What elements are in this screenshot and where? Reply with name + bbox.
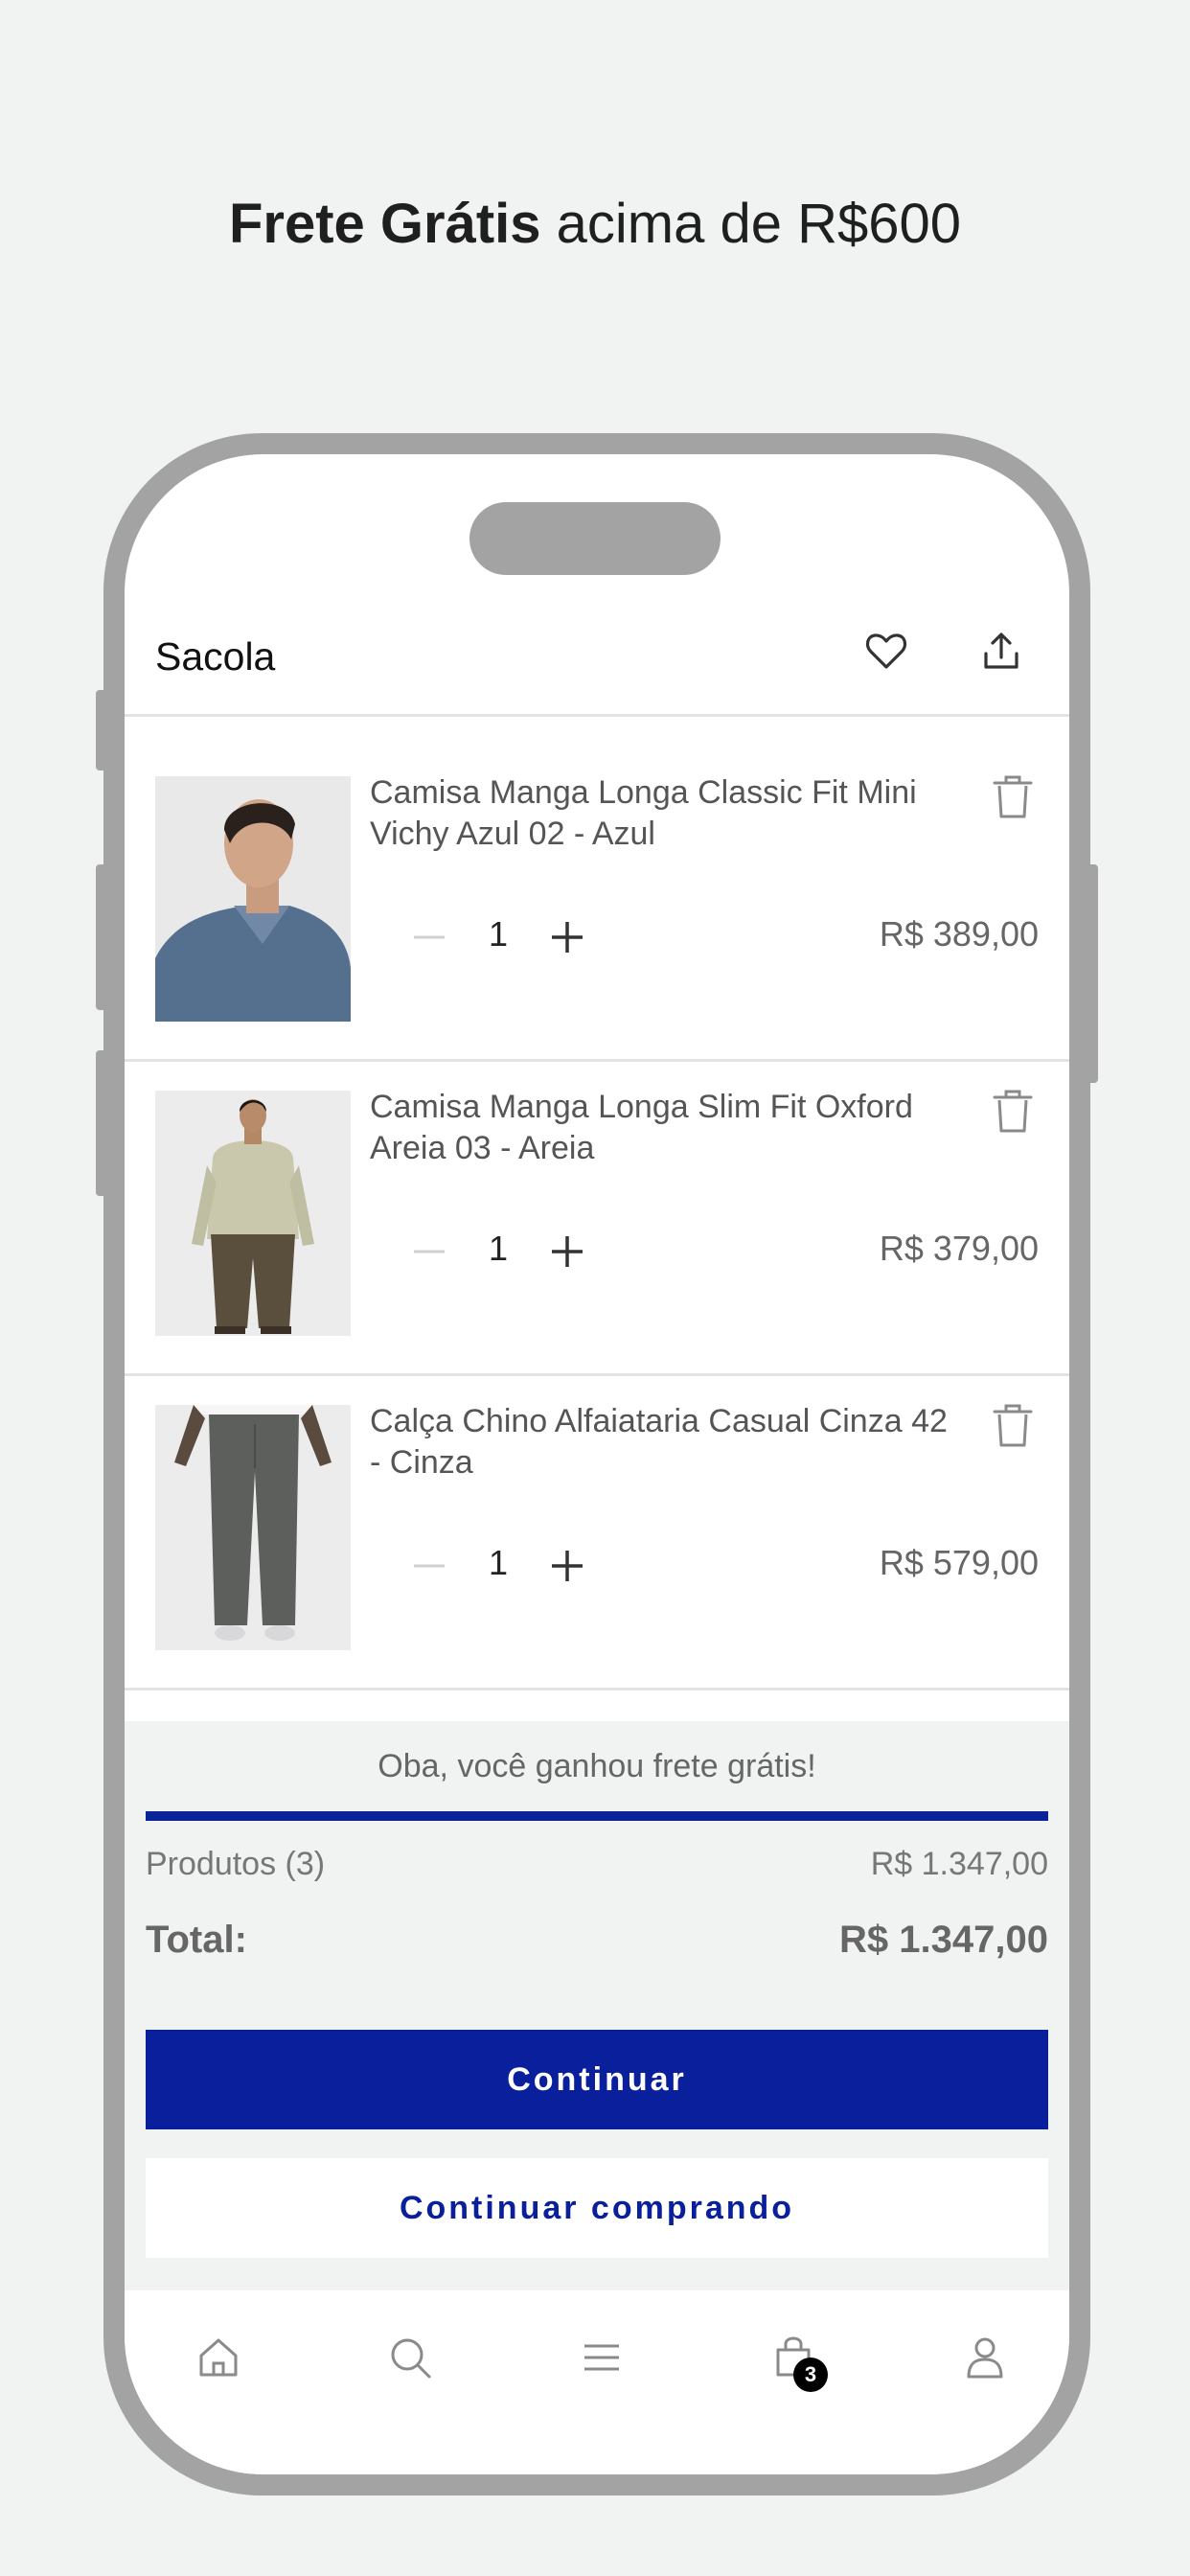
cart-count-badge: 3 bbox=[793, 2358, 828, 2392]
trash-icon[interactable] bbox=[991, 1403, 1035, 1449]
bag-header: Sacola bbox=[125, 588, 1069, 717]
continue-button[interactable]: Continuar bbox=[146, 2030, 1048, 2129]
trash-icon[interactable] bbox=[991, 774, 1035, 820]
heart-icon[interactable] bbox=[862, 627, 910, 675]
minus-icon[interactable] bbox=[410, 1232, 448, 1271]
cart-item: Camisa Manga Longa Classic Fit Mini Vich… bbox=[125, 748, 1069, 1062]
product-price: R$ 579,00 bbox=[879, 1543, 1039, 1582]
promo-bold: Frete Grátis bbox=[228, 193, 541, 255]
cart-item: Calça Chino Alfaiataria Casual Cinza 42 … bbox=[125, 1376, 1069, 1690]
product-name[interactable]: Calça Chino Alfaiataria Casual Cinza 42 … bbox=[370, 1401, 954, 1484]
total-label: Total: bbox=[146, 1919, 247, 1961]
free-shipping-progress-fill bbox=[146, 1811, 1048, 1821]
minus-icon[interactable] bbox=[410, 1547, 448, 1585]
menu-icon[interactable] bbox=[573, 2329, 630, 2386]
phone-power-button bbox=[1087, 864, 1098, 1083]
product-name[interactable]: Camisa Manga Longa Classic Fit Mini Vich… bbox=[370, 772, 954, 855]
page-title: Sacola bbox=[155, 634, 276, 678]
free-shipping-message: Oba, você ganhou frete grátis! bbox=[378, 1748, 816, 1784]
search-icon[interactable] bbox=[381, 2329, 439, 2386]
promo-headline: Frete Grátis acima de R$600 bbox=[0, 192, 1190, 256]
product-name[interactable]: Camisa Manga Longa Slim Fit Oxford Areia… bbox=[370, 1087, 954, 1169]
tab-bar: 3 bbox=[125, 2290, 1069, 2474]
quantity-value: 1 bbox=[488, 914, 509, 954]
user-icon[interactable] bbox=[956, 2329, 1014, 2386]
cart-item: Camisa Manga Longa Slim Fit Oxford Areia… bbox=[125, 1062, 1069, 1376]
products-count-label: Produtos (3) bbox=[146, 1846, 326, 1882]
free-shipping-progress bbox=[146, 1811, 1048, 1821]
product-image[interactable] bbox=[155, 1405, 351, 1650]
product-image[interactable] bbox=[155, 776, 351, 1022]
share-icon[interactable] bbox=[977, 627, 1025, 675]
quantity-value: 1 bbox=[488, 1229, 509, 1268]
product-price: R$ 389,00 bbox=[879, 914, 1039, 954]
home-icon[interactable] bbox=[190, 2329, 247, 2386]
minus-icon[interactable] bbox=[410, 918, 448, 956]
product-price: R$ 379,00 bbox=[879, 1229, 1039, 1268]
phone-frame: Sacola Camisa Manga Longa Classic Fit Mi… bbox=[96, 433, 1098, 2496]
order-summary: Oba, você ganhou frete grátis! Produtos … bbox=[125, 1721, 1069, 2290]
phone-silent-switch bbox=[96, 690, 107, 770]
product-image[interactable] bbox=[155, 1091, 351, 1336]
keep-shopping-button[interactable]: Continuar comprando bbox=[146, 2158, 1048, 2258]
total-value: R$ 1.347,00 bbox=[839, 1919, 1048, 1961]
phone-volume-down bbox=[96, 1050, 107, 1196]
products-subtotal: R$ 1.347,00 bbox=[870, 1846, 1048, 1882]
plus-icon[interactable] bbox=[548, 918, 586, 956]
tab-bag[interactable]: 3 bbox=[765, 2329, 828, 2392]
trash-icon[interactable] bbox=[991, 1089, 1035, 1135]
phone-volume-up bbox=[96, 864, 107, 1010]
phone-screen: Sacola Camisa Manga Longa Classic Fit Mi… bbox=[125, 454, 1069, 2474]
promo-rest: acima de R$600 bbox=[540, 193, 962, 255]
plus-icon[interactable] bbox=[548, 1232, 586, 1271]
dynamic-island bbox=[469, 502, 721, 575]
quantity-value: 1 bbox=[488, 1543, 509, 1582]
plus-icon[interactable] bbox=[548, 1547, 586, 1585]
